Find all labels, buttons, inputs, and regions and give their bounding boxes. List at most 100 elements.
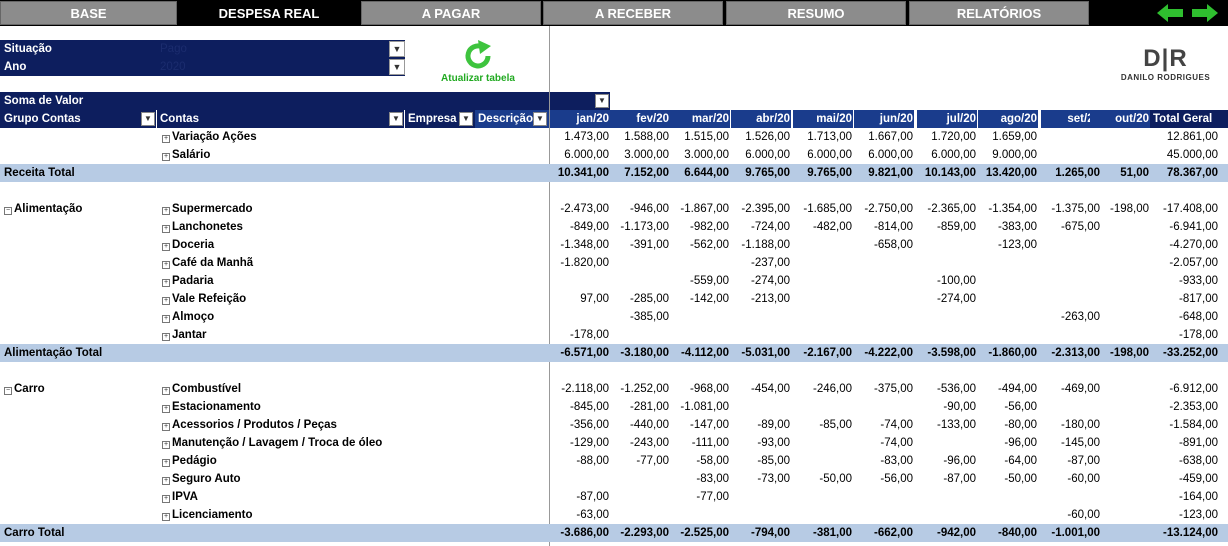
expand-icon[interactable]: + xyxy=(162,513,170,521)
expand-icon[interactable]: + xyxy=(162,333,170,341)
expand-icon[interactable]: + xyxy=(162,495,170,503)
expand-icon[interactable]: + xyxy=(162,315,170,323)
expand-icon[interactable]: + xyxy=(162,225,170,233)
expand-icon[interactable]: + xyxy=(162,279,170,287)
tab-a-pagar[interactable]: A PAGAR xyxy=(361,1,541,25)
tab-despesa-real[interactable]: DESPESA REAL xyxy=(179,1,359,25)
account-label[interactable]: + Supermercado xyxy=(162,200,253,218)
value-cell: -147,00 xyxy=(689,419,729,431)
collapse-icon[interactable]: − xyxy=(4,387,12,395)
description-filter-dropdown-icon[interactable]: ▼ xyxy=(533,112,547,126)
value-cell: 51,00 xyxy=(1120,167,1149,179)
value-cell: -4.112,00 xyxy=(681,347,729,359)
account-label[interactable]: + Jantar xyxy=(162,326,207,344)
value-cell: -88,00 xyxy=(576,455,609,467)
blank-row xyxy=(0,182,1228,200)
table-row: + Salário 6.000,00 3.000,00 3.000,00 6.000,00… xyxy=(0,146,1228,164)
account-label[interactable]: + Variação Ações xyxy=(162,128,257,146)
group-label[interactable]: − Carro xyxy=(4,380,45,398)
account-label[interactable]: + Vale Refeição xyxy=(162,290,246,308)
expand-icon[interactable]: + xyxy=(162,477,170,485)
tab-relatorios[interactable]: RELATÓRIOS xyxy=(909,1,1089,25)
value-cell: 1.713,00 xyxy=(807,131,852,143)
value-cell: -440,00 xyxy=(629,419,669,431)
row-total-cell: -648,00 xyxy=(1178,311,1218,323)
value-cell: -968,00 xyxy=(689,383,729,395)
account-label[interactable]: + Seguro Auto xyxy=(162,470,241,488)
group-filter-dropdown-icon[interactable]: ▼ xyxy=(141,112,155,126)
value-cell: -658,00 xyxy=(873,239,913,251)
account-label[interactable]: + Almoço xyxy=(162,308,214,326)
value-cell: 13.420,00 xyxy=(985,167,1037,179)
filter-value: 2020 xyxy=(160,61,186,73)
expand-icon[interactable]: + xyxy=(162,243,170,251)
row-total-cell: -17.408,00 xyxy=(1163,203,1218,215)
expand-icon[interactable]: + xyxy=(162,441,170,449)
expand-icon[interactable]: + xyxy=(162,405,170,413)
account-label[interactable]: + Lanchonetes xyxy=(162,218,243,236)
company-filter-dropdown-icon[interactable]: ▼ xyxy=(459,112,473,126)
value-cell: -3.598,00 xyxy=(927,347,976,359)
value-cell: -74,00 xyxy=(880,437,913,449)
value-cell: 9.821,00 xyxy=(868,167,913,179)
month-header: mai/20 xyxy=(793,110,853,128)
value-cell: -845,00 xyxy=(569,401,609,413)
expand-icon[interactable]: + xyxy=(162,423,170,431)
account-label[interactable]: + Combustível xyxy=(162,380,241,398)
table-row: + Café da Manhã -1.820,00 -237,00 -2.057,00 xyxy=(0,254,1228,272)
value-cell: -111,00 xyxy=(691,437,729,449)
value-cell: -559,00 xyxy=(689,275,729,287)
logo-mark: D|R xyxy=(1143,45,1188,72)
forward-arrow-icon[interactable] xyxy=(1190,2,1220,24)
value-cell: -243,00 xyxy=(629,437,669,449)
accounts-filter-dropdown-icon[interactable]: ▼ xyxy=(389,112,403,126)
column-filter-dropdown-icon[interactable]: ▼ xyxy=(595,94,609,108)
filter-icon[interactable]: ▼ xyxy=(389,59,405,75)
tab-a-receber[interactable]: A RECEBER xyxy=(543,1,723,25)
expand-icon[interactable]: + xyxy=(162,153,170,161)
value-cell: -794,00 xyxy=(750,527,790,539)
filter-icon[interactable]: ▼ xyxy=(389,41,405,57)
tab-resumo[interactable]: RESUMO xyxy=(726,1,906,25)
expand-icon[interactable]: + xyxy=(162,135,170,143)
expand-icon[interactable]: + xyxy=(162,297,170,305)
expand-icon[interactable]: + xyxy=(162,387,170,395)
value-cell: -2.750,00 xyxy=(864,203,913,215)
value-cell: -60,00 xyxy=(1067,473,1100,485)
month-header: jan/20 xyxy=(550,110,610,128)
account-label[interactable]: + Doceria xyxy=(162,236,214,254)
value-cell: -93,00 xyxy=(757,437,790,449)
account-text: Manutenção / Lavagem / Troca de óleo xyxy=(172,437,383,449)
value-cell: -2.293,00 xyxy=(620,527,669,539)
account-label[interactable]: + Salário xyxy=(162,146,210,164)
account-label[interactable]: + Café da Manhã xyxy=(162,254,253,272)
value-cell: 97,00 xyxy=(580,293,609,305)
account-label[interactable]: + Acessorios / Produtos / Peças xyxy=(162,416,337,434)
expand-icon[interactable]: + xyxy=(162,207,170,215)
value-cell: -356,00 xyxy=(569,419,609,431)
group-label[interactable]: − Alimentação xyxy=(4,200,82,218)
account-text: Estacionamento xyxy=(172,401,261,413)
refresh-icon xyxy=(465,40,491,69)
collapse-icon[interactable]: − xyxy=(4,207,12,215)
value-cell: -87,00 xyxy=(943,473,976,485)
subtotal-label: Carro Total xyxy=(4,524,65,542)
expand-icon[interactable]: + xyxy=(162,261,170,269)
account-label[interactable]: + Manutenção / Lavagem / Troca de óleo xyxy=(162,434,382,452)
account-label[interactable]: + Estacionamento xyxy=(162,398,261,416)
account-label[interactable]: + Pedágio xyxy=(162,452,217,470)
value-cell: -246,00 xyxy=(812,383,852,395)
value-cell: -142,00 xyxy=(689,293,729,305)
account-label[interactable]: + IPVA xyxy=(162,488,198,506)
tab-base[interactable]: BASE xyxy=(0,1,177,25)
expand-icon[interactable]: + xyxy=(162,459,170,467)
row-total-cell: -33.252,00 xyxy=(1163,347,1218,359)
refresh-table-button[interactable]: Atualizar tabela xyxy=(436,40,520,88)
value-cell: -454,00 xyxy=(750,383,790,395)
value-cell: -859,00 xyxy=(936,221,976,233)
account-label[interactable]: + Licenciamento xyxy=(162,506,253,524)
account-label[interactable]: + Padaria xyxy=(162,272,214,290)
back-arrow-icon[interactable] xyxy=(1155,2,1185,24)
row-total-cell: -459,00 xyxy=(1178,473,1218,485)
value-cell: -2.525,00 xyxy=(680,527,729,539)
